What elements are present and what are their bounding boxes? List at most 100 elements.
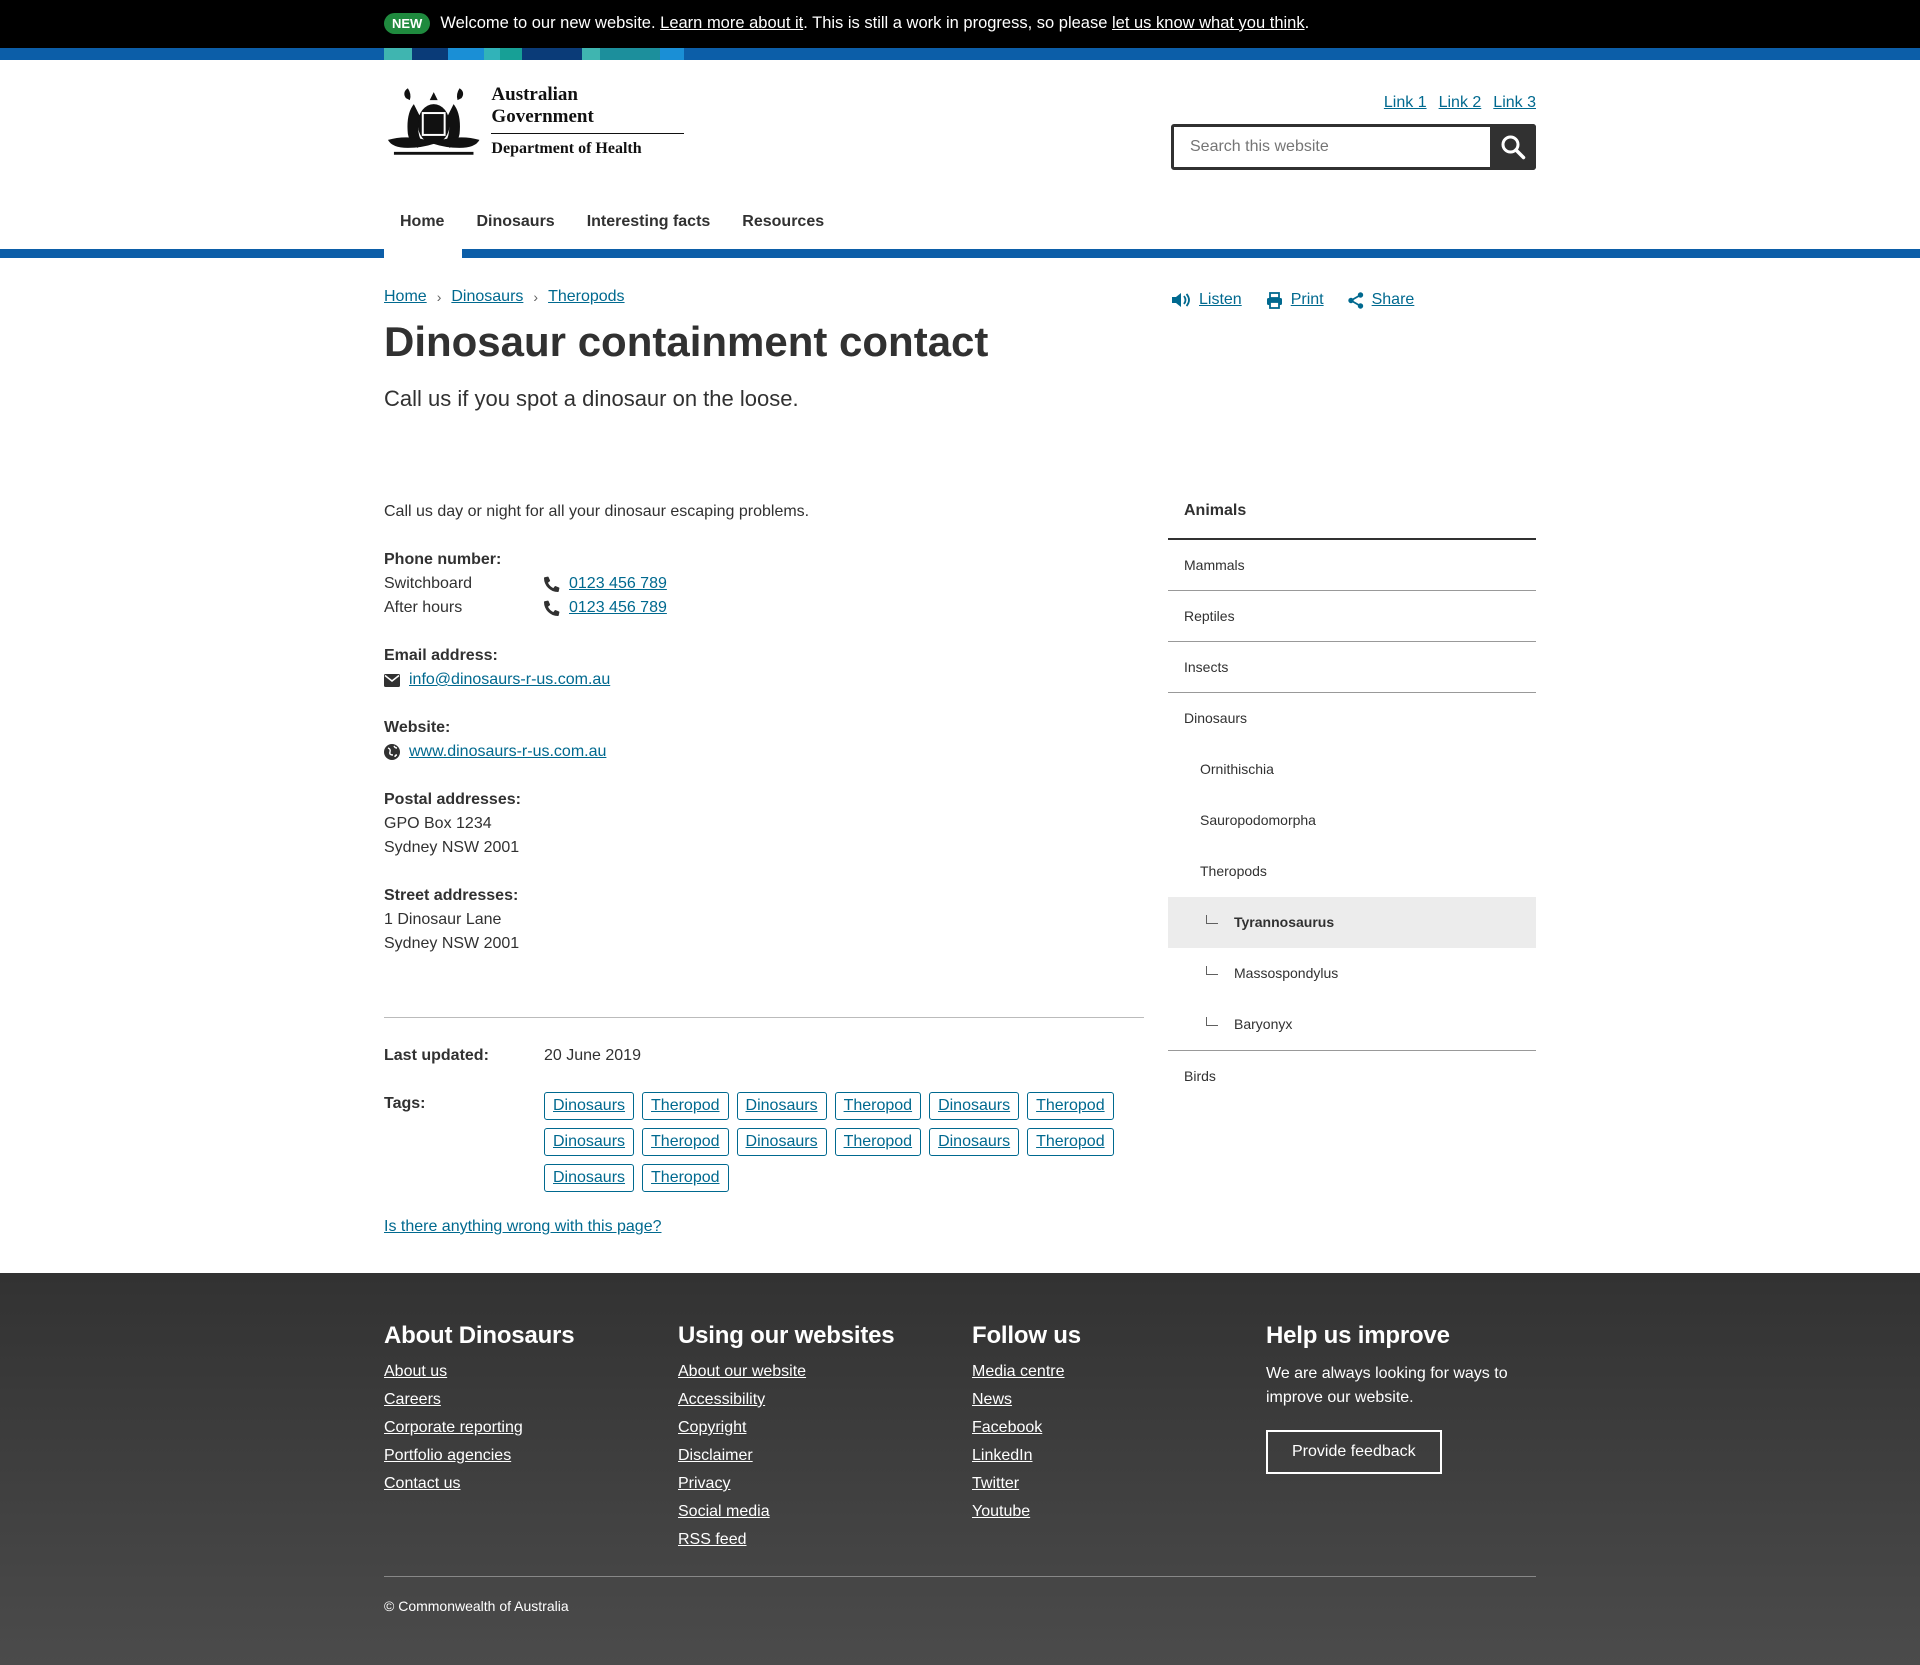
main-nav: Home Dinosaurs Interesting facts Resourc… [384,204,840,240]
quick-link-3[interactable]: Link 3 [1493,94,1536,112]
footer-link-copyright[interactable]: Copyright [678,1414,958,1442]
footer-link-twitter[interactable]: Twitter [972,1470,1252,1498]
provide-feedback-button[interactable]: Provide feedback [1266,1430,1442,1474]
tag-link[interactable]: Dinosaurs [929,1128,1020,1156]
footer-link-facebook[interactable]: Facebook [972,1414,1252,1442]
footer-link-contact-us[interactable]: Contact us [384,1470,664,1498]
sidenav-item-baryonyx[interactable]: Baryonyx [1168,999,1536,1050]
postal-label: Postal addresses: [384,791,521,808]
nav-home[interactable]: Home [384,204,460,240]
footer-link-rss-feed[interactable]: RSS feed [678,1526,958,1554]
sidenav-item-label: Tyrannosaurus [1234,914,1335,930]
postal-block: Postal addresses: GPO Box 1234 Sydney NS… [384,788,1144,860]
sidenav-item-insects[interactable]: Insects [1168,642,1536,693]
footer-help-text: We are always looking for ways to improv… [1266,1365,1508,1406]
breadcrumb: Home › Dinosaurs › Theropods [384,288,625,306]
tag-link[interactable]: Theropod [1027,1128,1114,1156]
phone-block: Phone number: Switchboard 0123 456 789 A… [384,548,1144,620]
tag-link[interactable]: Theropod [1027,1092,1114,1120]
footer-col-follow: Follow us Media centre News Facebook Lin… [972,1322,1252,1526]
street-label: Street addresses: [384,887,519,904]
street-line: Sydney NSW 2001 [384,935,520,952]
phone-link-after-hours[interactable]: 0123 456 789 [569,596,667,620]
nav-resources[interactable]: Resources [726,204,840,240]
tag-link[interactable]: Dinosaurs [544,1164,635,1192]
phone-link-switchboard[interactable]: 0123 456 789 [569,572,667,596]
footer-col-help: Help us improve We are always looking fo… [1266,1322,1536,1474]
share-link[interactable]: Share [1372,291,1415,309]
footer-link-careers[interactable]: Careers [384,1386,664,1414]
sidenav-item-ornithischia[interactable]: Ornithischia [1168,744,1536,795]
tag-link[interactable]: Dinosaurs [929,1092,1020,1120]
banner-learn-more-link[interactable]: Learn more about it [660,14,803,33]
email-block: Email address: info@dinosaurs-r-us.com.a… [384,644,1144,692]
tag-link[interactable]: Theropod [642,1164,729,1192]
print-link[interactable]: Print [1291,291,1324,309]
footer-link-youtube[interactable]: Youtube [972,1498,1252,1526]
share-icon [1347,291,1363,309]
banner-feedback-link[interactable]: let us know what you think [1112,14,1305,33]
search-form [1171,124,1536,170]
sidenav-item-mammals[interactable]: Mammals [1168,540,1536,591]
sidenav-item-tyrannosaurus[interactable]: Tyrannosaurus [1168,897,1536,948]
phone-icon [544,600,560,616]
search-button[interactable] [1490,124,1536,170]
sidenav-item-reptiles[interactable]: Reptiles [1168,591,1536,642]
breadcrumb-dinosaurs[interactable]: Dinosaurs [451,288,523,306]
speaker-icon [1172,293,1190,307]
breadcrumb-theropods[interactable]: Theropods [548,288,625,306]
tag-link[interactable]: Dinosaurs [544,1092,635,1120]
sidenav-item-label: Baryonyx [1234,1016,1293,1032]
sidenav-item-sauropodomorpha[interactable]: Sauropodomorpha [1168,795,1536,846]
banner-text-3: . [1304,14,1310,32]
quick-link-2[interactable]: Link 2 [1439,94,1482,112]
nav-dinosaurs[interactable]: Dinosaurs [460,204,570,240]
footer-link-about-website[interactable]: About our website [678,1358,958,1386]
sidenav-item-dinosaurs[interactable]: Dinosaurs [1168,693,1536,744]
site-logo[interactable]: Australian Government Department of Heal… [384,84,684,158]
footer-heading-about: About Dinosaurs [384,1322,575,1349]
footer-link-social-media[interactable]: Social media [678,1498,958,1526]
listen-link[interactable]: Listen [1199,291,1242,309]
street-block: Street addresses: 1 Dinosaur Lane Sydney… [384,884,1144,956]
page-meta: Last updated: 20 June 2019 Tags: Dinosau… [384,1044,1144,1200]
tag-link[interactable]: Dinosaurs [736,1128,827,1156]
tag-link[interactable]: Theropod [834,1128,922,1156]
footer-link-privacy[interactable]: Privacy [678,1470,958,1498]
tag-link[interactable]: Theropod [642,1128,729,1156]
email-link[interactable]: info@dinosaurs-r-us.com.au [409,668,610,692]
main-content: Call us day or night for all your dinosa… [384,500,1144,980]
new-badge: NEW [384,13,431,34]
footer-link-media-centre[interactable]: Media centre [972,1358,1252,1386]
postal-line: Sydney NSW 2001 [384,839,520,856]
street-line: 1 Dinosaur Lane [384,911,502,928]
postal-line: GPO Box 1234 [384,815,492,832]
website-link[interactable]: www.dinosaurs-r-us.com.au [409,740,606,764]
footer-link-corporate-reporting[interactable]: Corporate reporting [384,1414,664,1442]
content-divider [384,1017,1144,1018]
website-label: Website: [384,719,451,736]
quick-link-1[interactable]: Link 1 [1384,94,1427,112]
sidenav-item-massospondylus[interactable]: Massospondylus [1168,948,1536,999]
tag-link[interactable]: Dinosaurs [736,1092,827,1120]
footer-link-about-us[interactable]: About us [384,1358,664,1386]
tag-link[interactable]: Dinosaurs [544,1128,635,1156]
footer-link-news[interactable]: News [972,1386,1252,1414]
footer-link-portfolio-agencies[interactable]: Portfolio agencies [384,1442,664,1470]
footer-link-linkedin[interactable]: LinkedIn [972,1442,1252,1470]
sidenav-heading[interactable]: Animals [1168,490,1536,540]
tag-link[interactable]: Theropod [642,1092,729,1120]
breadcrumb-home[interactable]: Home [384,288,427,306]
footer-link-disclaimer[interactable]: Disclaimer [678,1442,958,1470]
decorative-stripe [0,48,1920,60]
quick-links: Link 1 Link 2 Link 3 [1384,94,1536,112]
footer-heading-follow: Follow us [972,1322,1081,1349]
tag-link[interactable]: Theropod [834,1092,922,1120]
sidenav-item-birds[interactable]: Birds [1168,1051,1536,1102]
search-input[interactable] [1174,127,1490,167]
sidenav-item-theropods[interactable]: Theropods [1168,846,1536,897]
phone-label: Phone number: [384,551,502,568]
report-problem-link[interactable]: Is there anything wrong with this page? [384,1218,662,1236]
footer-link-accessibility[interactable]: Accessibility [678,1386,958,1414]
nav-interesting-facts[interactable]: Interesting facts [571,204,727,240]
